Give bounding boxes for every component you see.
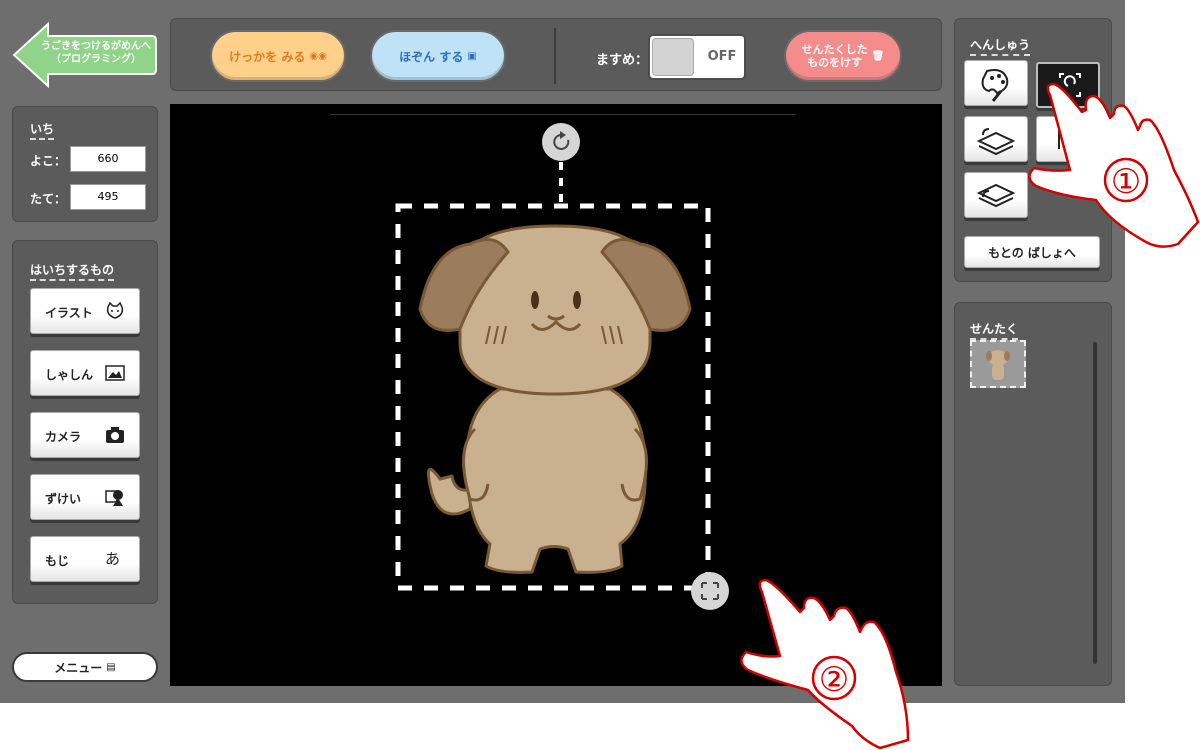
photo-icon (105, 365, 125, 381)
y-value-field[interactable]: 495 (70, 184, 146, 210)
layer-up-icon (976, 128, 1016, 156)
shapes-button[interactable]: ずけい (30, 474, 140, 520)
dog-illustration[interactable] (418, 224, 692, 574)
save-icon: ▣ (467, 50, 477, 62)
place-title: はいちするもの (30, 261, 115, 281)
reset-position-label: もとの ばしょへ (988, 245, 1076, 260)
edit-color-button[interactable] (964, 60, 1028, 106)
grid-toggle[interactable]: OFF (648, 34, 746, 80)
resize-handle[interactable] (691, 572, 729, 610)
x-value-field[interactable]: 660 (70, 146, 146, 172)
position-title: いち (30, 120, 55, 140)
shapes-label: ずけい (45, 492, 82, 506)
app-window: うごきをつけるがめんへ （プログラミング） けっかを みる ◉◉ ほぞん する … (0, 0, 1125, 703)
menu-label: メニュー (54, 660, 103, 675)
canvas-stage[interactable] (170, 104, 942, 686)
photo-button[interactable]: しゃしん (30, 350, 140, 396)
layer-down-icon (976, 183, 1016, 208)
save-button[interactable]: ほぞん する ▣ (370, 30, 506, 82)
rotate-handle[interactable] (542, 123, 580, 161)
y-label: たて： (30, 192, 67, 206)
eyes-icon: ◉◉ (309, 50, 327, 62)
menu-button[interactable]: メニュー ▤ (12, 652, 158, 682)
selection-title: せんたく (970, 320, 1019, 340)
reset-position-button[interactable]: もとの ばしょへ (964, 236, 1100, 268)
trash-icon: 🗑 (871, 50, 885, 62)
camera-icon (106, 427, 124, 443)
save-label: ほぞん する (399, 49, 464, 64)
text-a-icon: あ (105, 550, 121, 568)
toggle-knob[interactable] (652, 38, 694, 76)
illustration-label: イラスト (45, 306, 93, 320)
selection-scrollbar[interactable] (1093, 342, 1097, 664)
toolbar-divider (554, 28, 556, 84)
edit-title: へんしゅう (970, 36, 1031, 56)
dog-thumbnail-icon (986, 350, 1010, 380)
x-label: よこ： (30, 154, 67, 168)
bring-forward-button[interactable] (964, 116, 1028, 162)
cat-face-icon (106, 301, 124, 319)
resize-rotate-icon (1059, 73, 1081, 97)
camera-button[interactable]: カメラ (30, 412, 140, 458)
palette-icon (981, 69, 1009, 102)
illustration-button[interactable]: イラスト (30, 288, 140, 334)
delete-label-line2: ものをけす (807, 56, 863, 69)
stage-svg (395, 123, 729, 610)
shapes-icon (105, 490, 123, 506)
delete-label-line1: せんたくした (801, 43, 868, 56)
result-button[interactable]: けっかを みる ◉◉ (210, 30, 346, 82)
text-label: もじ (45, 554, 70, 568)
toggle-state: OFF (707, 49, 737, 64)
photo-label: しゃしん (45, 368, 94, 382)
flip-icon (1058, 129, 1060, 149)
text-button[interactable]: もじ あ (30, 536, 140, 582)
grid-label: ますめ： (596, 53, 649, 68)
flip-button[interactable] (1036, 116, 1100, 162)
selected-item-thumbnail[interactable] (970, 340, 1026, 388)
send-backward-button[interactable] (964, 172, 1028, 218)
back-label-line1: うごきをつけるがめんへ (41, 41, 151, 52)
result-label: けっかを みる (229, 49, 306, 64)
edit-resize-rotate-button[interactable] (1036, 62, 1100, 108)
list-icon: ▤ (106, 661, 116, 673)
camera-label: カメラ (45, 430, 82, 444)
delete-selected-button[interactable]: せんたくした ものをけす 🗑 (784, 30, 902, 82)
back-to-programming-button[interactable]: うごきをつけるがめんへ （プログラミング） (12, 20, 158, 90)
back-label-line2: （プログラミング） (51, 54, 141, 65)
